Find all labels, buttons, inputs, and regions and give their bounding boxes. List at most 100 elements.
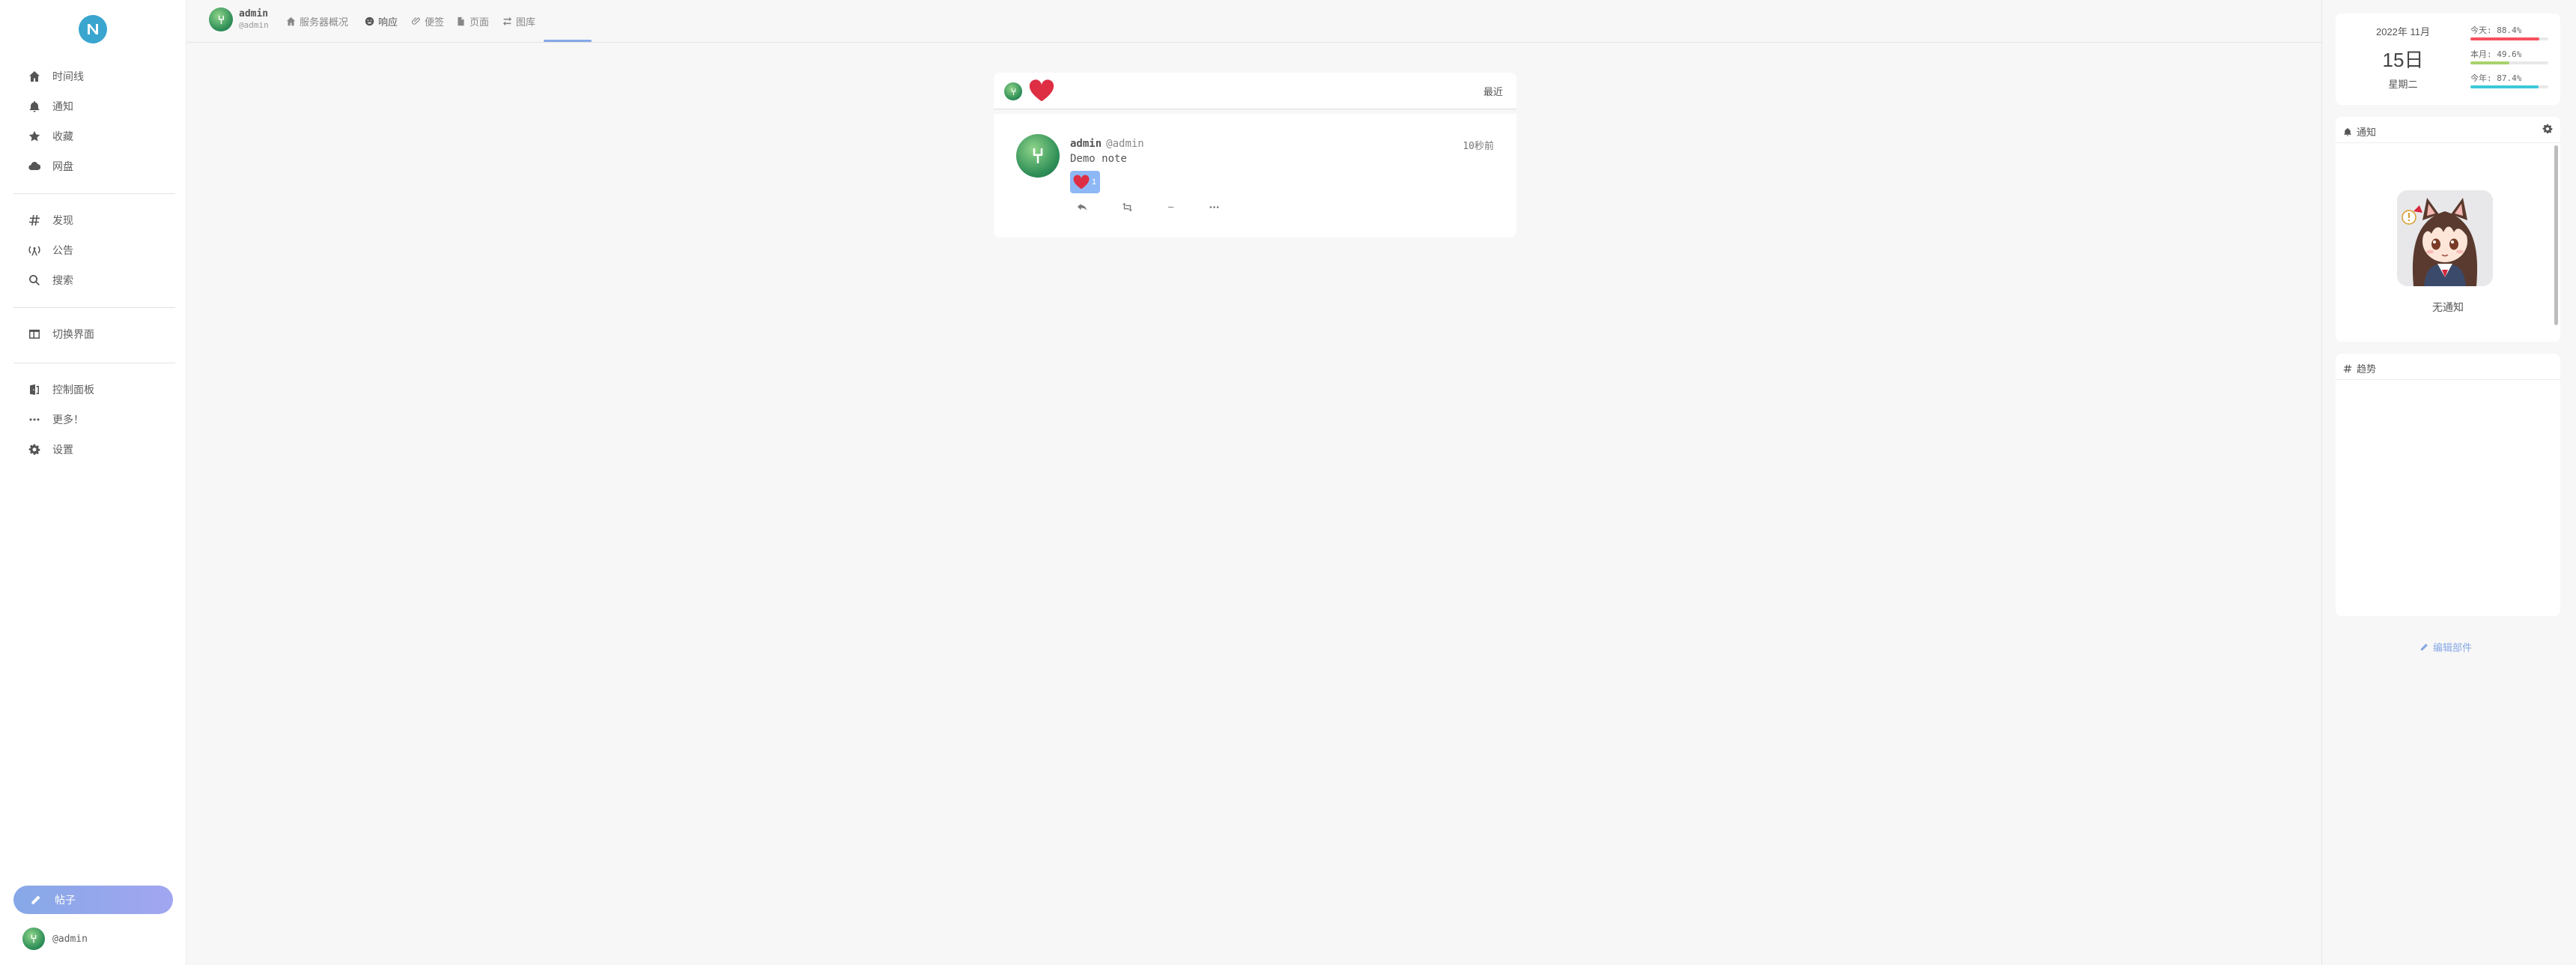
sidebar-item-label: 时间线	[52, 70, 84, 82]
sort-recent-toggle[interactable]: 最近	[1483, 84, 1503, 98]
widget-title: 趋势	[2343, 361, 2376, 375]
empty-state-mascot-image	[2397, 190, 2493, 286]
edit-widgets-link[interactable]: 编辑部件	[2419, 640, 2472, 654]
ellipsis-icon	[1209, 205, 1218, 208]
columns-icon	[27, 327, 42, 342]
sidebar-item-label: 公告	[52, 244, 73, 256]
sidebar-item-search[interactable]: 搜索	[27, 270, 73, 291]
avatar	[22, 928, 45, 950]
file-icon	[458, 16, 464, 25]
home-icon	[286, 16, 296, 25]
tab-label: 服务器概况	[300, 16, 349, 28]
trends-widget: 趋势	[2336, 354, 2560, 616]
renote-button[interactable]	[1118, 199, 1136, 214]
calendar-year-month: 2022年 11月	[2375, 26, 2431, 37]
account-menu[interactable]: @admin	[22, 928, 88, 950]
note-time[interactable]: 10秒前	[1462, 138, 1494, 152]
sidebar-item-favorites[interactable]: 收藏	[27, 126, 73, 147]
reply-button[interactable]	[1073, 199, 1091, 214]
widget-title-label: 趋势	[2357, 363, 2377, 375]
sidebar-item-label: 搜索	[52, 274, 73, 286]
tab-reactions[interactable]: 响应	[365, 10, 398, 31]
bell-icon	[27, 99, 42, 114]
sidebar-item-notifications[interactable]: 通知	[27, 96, 73, 117]
progress-label: 今天: 88.4%	[2470, 25, 2522, 35]
sidebar-item-label: 切换界面	[52, 328, 94, 340]
tab-label: 便签	[425, 16, 445, 28]
progress-fill	[2470, 61, 2509, 64]
sidebar-item-settings[interactable]: 设置	[27, 439, 73, 460]
tab-label: 图库	[516, 16, 536, 28]
sidebar-item-label: 通知	[52, 100, 73, 112]
widget-title-label: 通知	[2357, 127, 2377, 138]
door-icon	[27, 382, 42, 397]
tab-label: 页面	[470, 16, 490, 28]
sidebar-item-label: 收藏	[52, 130, 73, 142]
post-button[interactable]: 帖子	[13, 886, 173, 914]
progress-fill	[2470, 37, 2539, 40]
post-button-label: 帖子	[55, 894, 76, 906]
note-card: admin @admin 10秒前 Demo note 1	[994, 114, 1516, 238]
more-button[interactable]	[1205, 199, 1223, 214]
pencil-icon	[2420, 643, 2428, 650]
smile-icon	[365, 16, 374, 25]
progress-today: 今天: 88.4%	[2470, 25, 2548, 40]
reply-icon	[1077, 203, 1087, 211]
note-avatar[interactable]	[1016, 134, 1060, 178]
paperclip-icon	[411, 16, 420, 25]
page-header: admin @admin 服务器概况 响应 便签 页面 图库	[186, 0, 2322, 43]
notifications-settings-button[interactable]	[2542, 124, 2553, 134]
notifications-scrollbar[interactable]	[2554, 145, 2558, 325]
home-icon	[27, 69, 42, 84]
tab-overview[interactable]: 服务器概况	[286, 10, 348, 31]
calendar-weekday: 星期二	[2388, 79, 2418, 90]
calendar-day: 15日	[2382, 49, 2424, 71]
sidebar-divider	[13, 307, 175, 308]
ellipsis-icon	[27, 412, 42, 427]
bell-icon	[2344, 127, 2351, 136]
search-icon	[27, 273, 42, 288]
instance-logo[interactable]	[79, 15, 107, 43]
progress-year: 今年: 87.4%	[2470, 73, 2548, 88]
sidebar-item-drive[interactable]: 网盘	[27, 156, 73, 177]
widget-title: 通知	[2343, 124, 2376, 139]
sidebar-item-label: 设置	[52, 444, 73, 456]
tab-label: 响应	[378, 16, 398, 28]
sidebar-item-switch-ui[interactable]: 切换界面	[27, 324, 94, 345]
reaction-filter-header: 最近	[994, 73, 1516, 109]
sidebar-divider	[13, 193, 175, 194]
progress-month: 本月: 49.6%	[2470, 49, 2548, 64]
sidebar-item-explore[interactable]: 发现	[27, 210, 73, 231]
reaction-chip[interactable]: 1	[1070, 171, 1100, 193]
heart-reaction-icon[interactable]	[1029, 79, 1054, 103]
sidebar-item-announcements[interactable]: 公告	[27, 240, 73, 261]
header-user-acct: @admin	[239, 20, 269, 30]
sidebar-item-more[interactable]: 更多！	[27, 409, 84, 430]
sidebar-item-timeline[interactable]: 时间线	[27, 66, 84, 87]
avatar	[209, 7, 233, 31]
avatar[interactable]	[1004, 82, 1022, 100]
note-author[interactable]: admin @admin	[1070, 138, 1144, 150]
react-button[interactable]	[1161, 199, 1179, 214]
note-author-name: admin	[1070, 138, 1102, 150]
tab-gallery[interactable]: 图库	[502, 10, 535, 31]
sidebar-item-control-panel[interactable]: 控制面板	[27, 379, 94, 400]
tab-clips[interactable]: 便签	[411, 10, 444, 31]
reaction-count: 1	[1092, 178, 1097, 187]
header-user[interactable]: admin @admin	[209, 7, 269, 31]
sidebar-item-label: 控制面板	[52, 384, 94, 396]
retweet-icon	[1122, 202, 1132, 211]
broadcast-icon	[27, 243, 42, 258]
sidebar-item-label: 网盘	[52, 160, 73, 172]
progress-label: 今年: 87.4%	[2470, 73, 2522, 83]
widget-divider	[2336, 142, 2560, 143]
edit-widgets-label: 编辑部件	[2433, 642, 2473, 653]
heart-icon	[1073, 175, 1090, 190]
empty-notifications-text: 无通知	[2432, 301, 2464, 313]
account-acct: @admin	[52, 933, 88, 945]
tab-pages[interactable]: 页面	[456, 10, 489, 31]
hashtag-icon	[27, 213, 42, 228]
widget-divider	[2336, 379, 2560, 380]
note-author-acct: @admin	[1106, 138, 1144, 150]
gear-icon	[27, 442, 42, 457]
